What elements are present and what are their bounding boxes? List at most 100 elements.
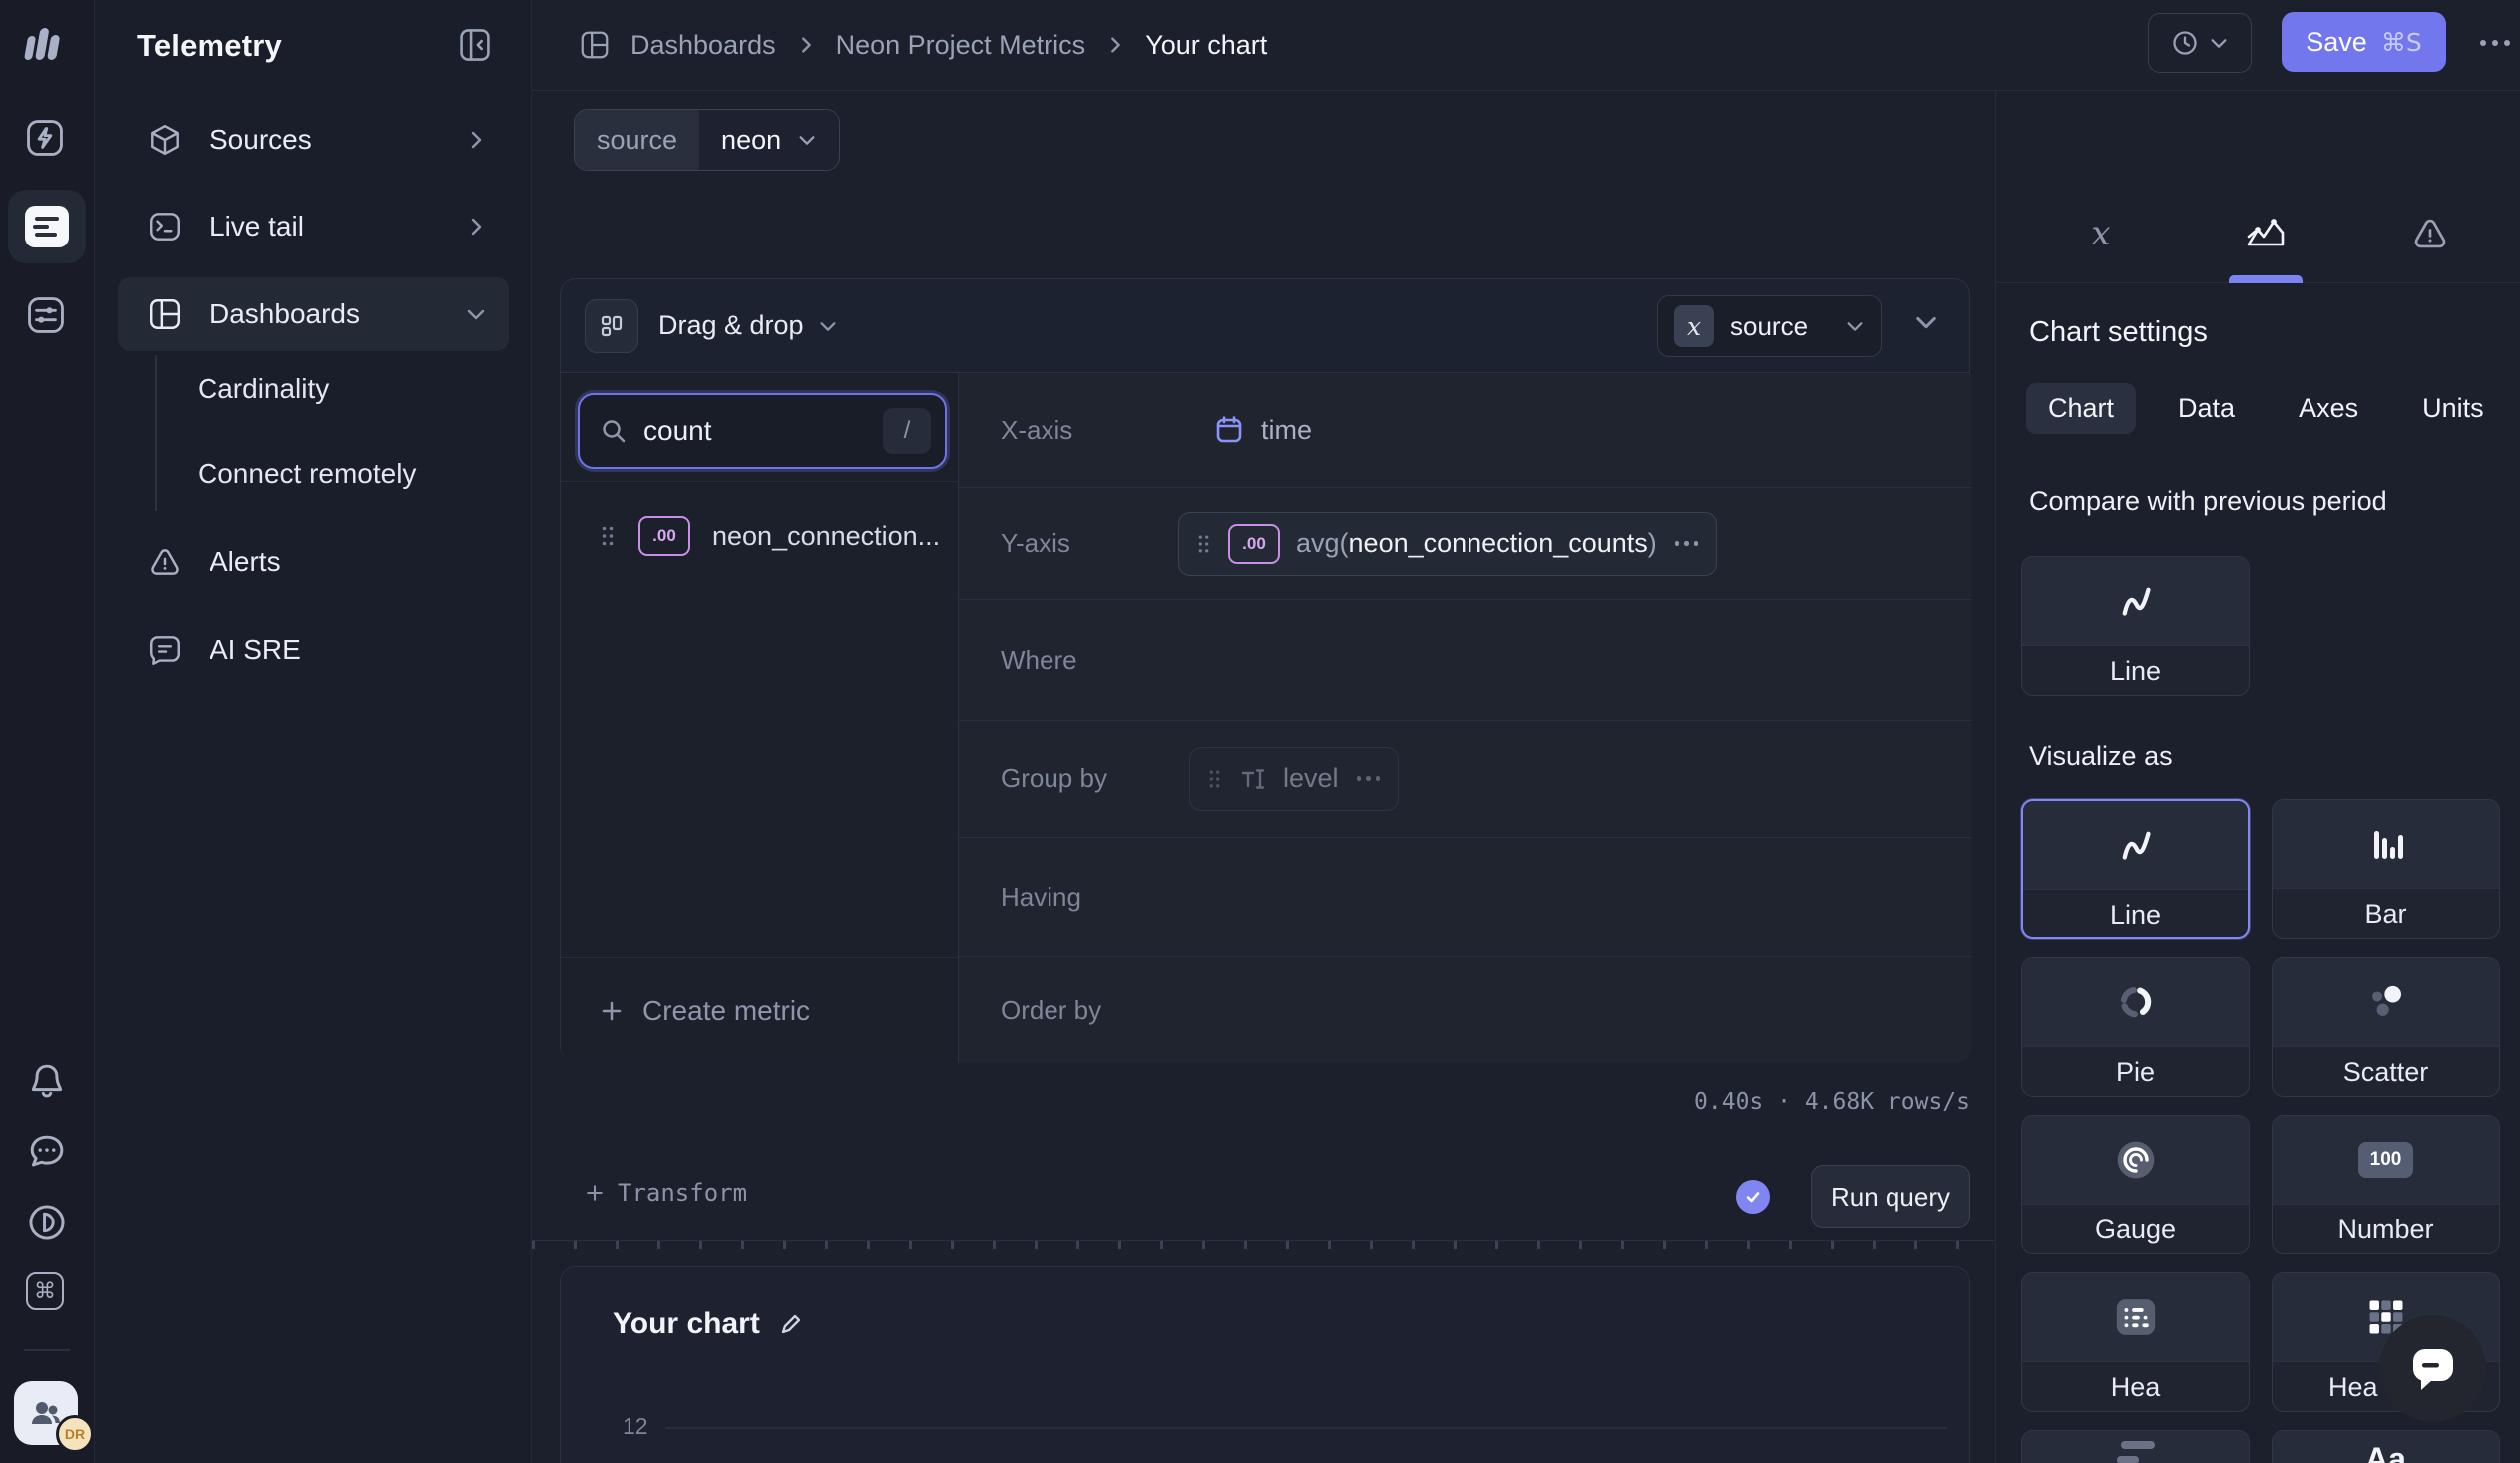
number-100-icon: 100 bbox=[2358, 1142, 2414, 1178]
gridline bbox=[665, 1427, 1947, 1429]
sidebar-item-ai-sre[interactable]: AI SRE bbox=[118, 613, 509, 687]
add-transform-button[interactable]: Transform bbox=[584, 1179, 747, 1207]
viz-card-label: Gauge bbox=[2022, 1204, 2249, 1254]
breadcrumb-current: Your chart bbox=[1145, 30, 1267, 61]
viz-card-bar[interactable]: Bar bbox=[2272, 799, 2500, 939]
sidebar-item-dashboards[interactable]: Dashboards bbox=[118, 277, 509, 351]
sidebar-item-sources[interactable]: Sources bbox=[118, 103, 509, 177]
viz-card-line[interactable]: Line bbox=[2021, 799, 2250, 939]
breadcrumb: Dashboards Neon Project Metrics Your cha… bbox=[579, 29, 1267, 61]
settings-subtabs: Chart Data Axes Units bbox=[2026, 383, 2506, 434]
icon-rail: ⌘ DR bbox=[0, 0, 95, 1463]
metric-list-item[interactable]: .00 neon_connection... bbox=[561, 503, 958, 569]
drag-handle-icon[interactable] bbox=[1208, 769, 1221, 789]
chip-menu-icon[interactable] bbox=[1357, 776, 1381, 781]
settings-tab-bar: x bbox=[1996, 91, 2520, 283]
more-options-icon[interactable] bbox=[2470, 30, 2520, 56]
subtab-data[interactable]: Data bbox=[2156, 383, 2257, 434]
chevron-down-icon[interactable] bbox=[818, 316, 838, 336]
viz-card-number[interactable]: 100 Number bbox=[2272, 1115, 2500, 1254]
order-by-row[interactable]: Order by bbox=[959, 957, 1971, 1063]
viz-card-scatter[interactable]: Scatter bbox=[2272, 957, 2500, 1097]
group-by-row[interactable]: Group by level bbox=[959, 721, 1971, 838]
feedback-chat-icon[interactable] bbox=[26, 1131, 68, 1173]
compare-line-card[interactable]: Line bbox=[2021, 556, 2250, 696]
divider bbox=[561, 481, 958, 482]
drag-handle-icon[interactable] bbox=[1197, 534, 1210, 554]
collapse-builder-icon[interactable] bbox=[1913, 309, 1939, 335]
chevron-down-icon bbox=[2209, 33, 2229, 53]
viz-card-table[interactable]: Hea bbox=[2021, 1272, 2250, 1412]
main-content: source neon Drag & drop bbox=[532, 91, 1995, 1463]
area-chart-icon bbox=[2244, 215, 2288, 252]
drag-handle-icon[interactable] bbox=[601, 525, 615, 547]
order-by-label: Order by bbox=[1001, 995, 1160, 1026]
dashboard-grid-icon bbox=[147, 296, 183, 332]
y-axis-row[interactable]: Y-axis .00 avg(neon_connection_counts) bbox=[959, 488, 1971, 600]
chip-menu-icon[interactable] bbox=[1675, 541, 1699, 546]
where-row[interactable]: Where bbox=[959, 600, 1971, 721]
having-label: Having bbox=[1001, 882, 1160, 913]
query-rows: X-axis time Y-axis bbox=[959, 373, 1971, 1063]
subtab-chart[interactable]: Chart bbox=[2026, 383, 2136, 434]
time-range-button[interactable] bbox=[2148, 13, 2252, 73]
viz-card-text[interactable]: Aa bbox=[2272, 1430, 2500, 1463]
group-by-field-pill[interactable]: x source bbox=[1657, 295, 1882, 357]
subtab-units[interactable]: Units bbox=[2400, 383, 2506, 434]
breadcrumb-dashboards[interactable]: Dashboards bbox=[630, 30, 776, 61]
support-chat-button[interactable] bbox=[2379, 1315, 2486, 1422]
command-menu-icon[interactable]: ⌘ bbox=[26, 1272, 64, 1310]
pie-chart-icon bbox=[2116, 982, 2156, 1022]
aggregation-close: ) bbox=[1648, 528, 1657, 559]
tab-warnings[interactable] bbox=[2385, 199, 2475, 268]
dashboard-grid-icon bbox=[579, 29, 611, 61]
collapse-sidebar-icon[interactable] bbox=[456, 26, 494, 64]
y-axis-tick: 12 bbox=[623, 1413, 648, 1440]
subtab-axes[interactable]: Axes bbox=[2277, 383, 2380, 434]
x-axis-row[interactable]: X-axis time bbox=[959, 373, 1971, 488]
metric-search-input[interactable] bbox=[643, 415, 883, 447]
viz-card-gauge[interactable]: Gauge bbox=[2021, 1115, 2250, 1254]
viz-card-label: Line bbox=[2023, 889, 2248, 939]
builder-mode-label[interactable]: Drag & drop bbox=[658, 310, 804, 341]
bar-chart-icon bbox=[2366, 824, 2406, 864]
tab-chart-settings[interactable] bbox=[2221, 199, 2310, 268]
text-aa-icon: Aa bbox=[2365, 1441, 2406, 1463]
query-builder-rail-item[interactable] bbox=[8, 190, 86, 263]
y-axis-chip[interactable]: .00 avg(neon_connection_counts) bbox=[1178, 512, 1717, 576]
statistic-bars-icon bbox=[2117, 1441, 2155, 1463]
sliders-icon[interactable] bbox=[26, 295, 66, 335]
sidebar-subitem-label: Connect remotely bbox=[198, 458, 416, 490]
numeric-metric-type-icon: .00 bbox=[638, 516, 690, 556]
create-metric-button[interactable]: Create metric bbox=[561, 957, 958, 1063]
group-by-chip[interactable]: level bbox=[1189, 747, 1399, 811]
settings-heading: Chart settings bbox=[2029, 316, 2208, 349]
source-filter-value: neon bbox=[721, 125, 781, 156]
metric-search[interactable]: / bbox=[578, 393, 947, 469]
notifications-bell-icon[interactable] bbox=[26, 1060, 68, 1102]
sidebar-item-live-tail[interactable]: Live tail bbox=[118, 190, 509, 263]
viz-card-pie[interactable]: Pie bbox=[2021, 957, 2250, 1097]
sidebar-item-alerts[interactable]: Alerts bbox=[118, 525, 509, 599]
transform-row: Transform Run query bbox=[532, 1165, 1970, 1228]
viz-card-statistic[interactable] bbox=[2021, 1430, 2250, 1463]
app-title: Telemetry bbox=[137, 28, 282, 64]
transform-label: Transform bbox=[618, 1179, 747, 1207]
chevron-right-icon bbox=[1105, 35, 1125, 55]
viz-card-label: Hea bbox=[2022, 1361, 2249, 1412]
user-initials-badge[interactable]: DR bbox=[56, 1415, 94, 1453]
theme-contrast-icon[interactable] bbox=[26, 1202, 68, 1243]
axiom-logo-icon[interactable] bbox=[20, 20, 70, 66]
edit-pencil-icon[interactable] bbox=[778, 1311, 804, 1337]
run-query-button[interactable]: Run query bbox=[1811, 1165, 1970, 1228]
tab-variables[interactable]: x bbox=[2056, 199, 2146, 268]
slash-shortcut-badge: / bbox=[883, 408, 931, 454]
sidebar-item-connect-remotely[interactable]: Connect remotely bbox=[198, 437, 509, 511]
source-filter[interactable]: source neon bbox=[574, 109, 840, 171]
sidebar-item-cardinality[interactable]: Cardinality bbox=[198, 352, 509, 426]
breadcrumb-dashboard-name[interactable]: Neon Project Metrics bbox=[836, 30, 1086, 61]
having-row[interactable]: Having bbox=[959, 838, 1971, 957]
save-button[interactable]: Save ⌘S bbox=[2282, 12, 2446, 72]
sidebar: Telemetry Sources bbox=[95, 0, 532, 1463]
activity-icon[interactable] bbox=[25, 118, 65, 158]
